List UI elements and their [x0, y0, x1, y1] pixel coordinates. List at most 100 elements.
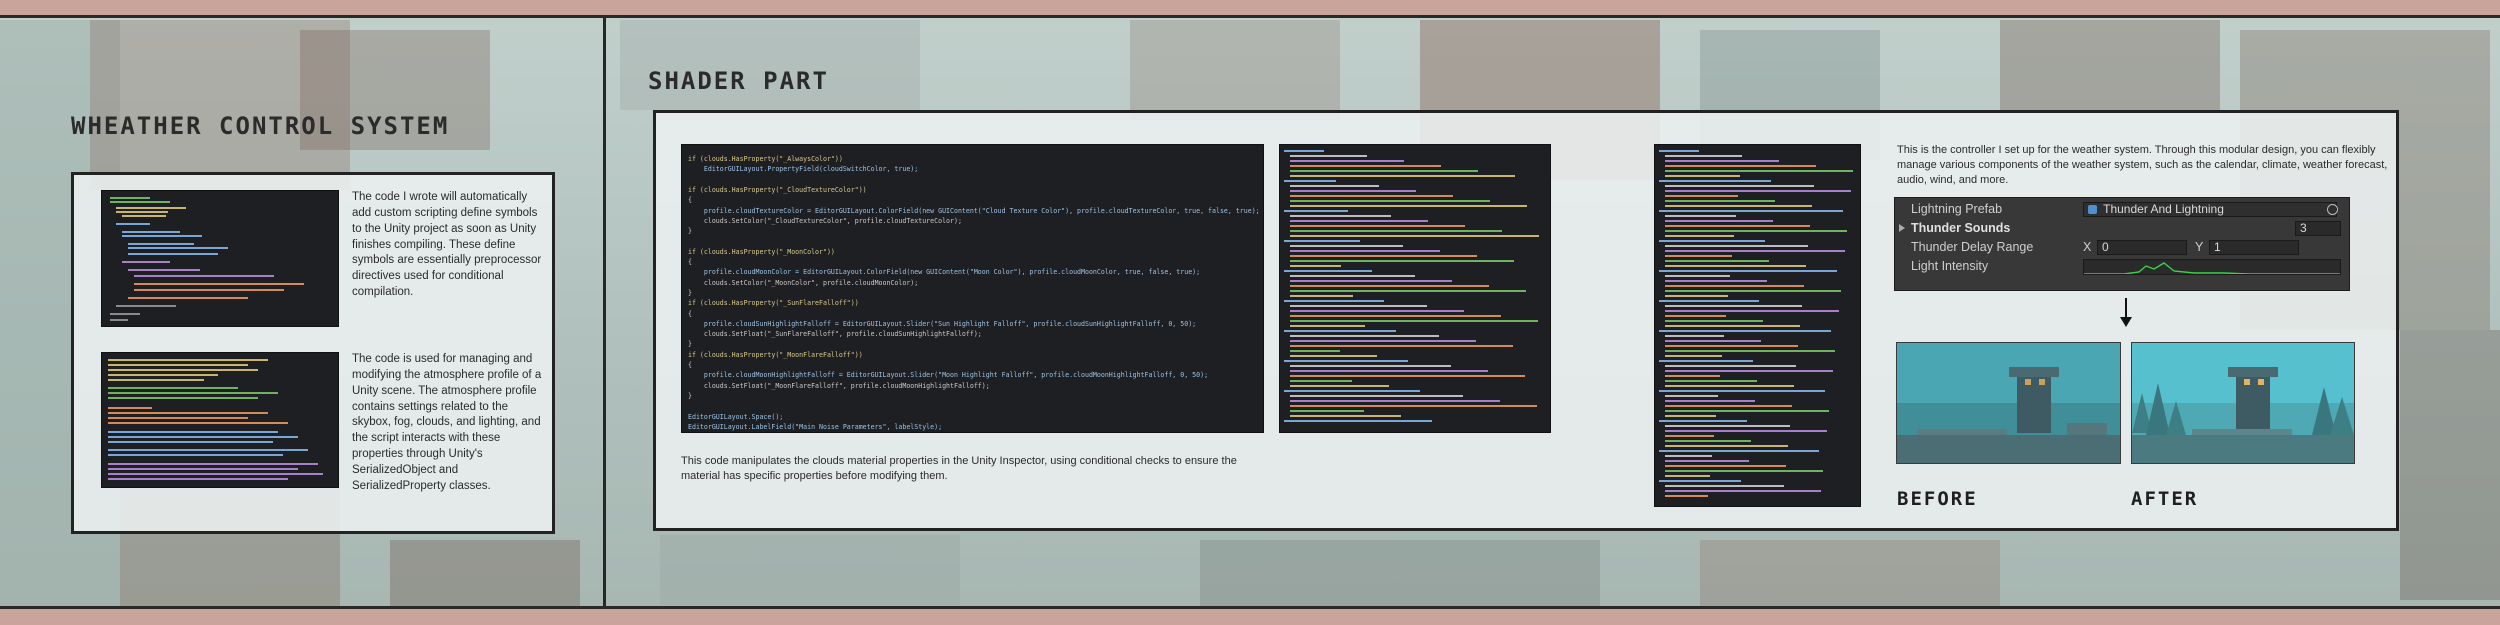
- code-line-mark: [1290, 340, 1476, 342]
- code-line-mark: [1290, 350, 1340, 352]
- thunder-sounds-row: Thunder Sounds 3: [1895, 219, 2351, 238]
- code-line-mark: [1284, 240, 1360, 242]
- x-value-field[interactable]: 0: [2097, 240, 2187, 255]
- code-line-mark: [1665, 215, 1736, 217]
- code-line-mark: [1290, 245, 1403, 247]
- code-line-mark: [1290, 215, 1391, 217]
- code-line: profile.cloudMoonHighlightFalloff = Edit…: [688, 371, 1209, 380]
- code-line: {: [688, 196, 692, 205]
- code-line-mark: [1284, 180, 1336, 182]
- define-symbols-description: The code I wrote will automatically add …: [352, 191, 542, 299]
- code-line-mark: [1665, 395, 1718, 397]
- code-line-mark: [1665, 170, 1853, 172]
- code-line-mark: [1659, 480, 1741, 482]
- code-line-mark: [1665, 470, 1823, 472]
- code-line-mark: [1665, 260, 1769, 262]
- code-line-mark: [1284, 420, 1432, 422]
- code-line-mark: [1665, 460, 1749, 462]
- thunder-sounds-label[interactable]: Thunder Sounds: [1911, 221, 2010, 235]
- code-line: if (clouds.HasProperty("_MoonColor")): [688, 247, 835, 256]
- code-line-mark: [1665, 410, 1829, 412]
- lightning-prefab-field[interactable]: Thunder And Lightning: [2083, 202, 2337, 217]
- y-value-field[interactable]: 1: [2209, 240, 2299, 255]
- code-line-mark: [1284, 360, 1408, 362]
- clouds-material-code-screenshot: if (clouds.HasProperty("_AlwaysColor")) …: [681, 144, 1264, 433]
- code-line-mark: [1659, 240, 1765, 242]
- light-intensity-label: Light Intensity: [1911, 259, 1989, 273]
- code-line-mark: [1665, 370, 1833, 372]
- code-line-mark: [1290, 190, 1416, 192]
- code-line: }: [688, 227, 692, 236]
- code-line-mark: [1290, 320, 1538, 322]
- code-line: EditorGUILayout.Space();: [688, 412, 784, 421]
- section-divider: [603, 18, 606, 606]
- code-line-mark: [1290, 325, 1365, 327]
- code-line-mark: [1290, 385, 1389, 387]
- code-line-mark: [1665, 415, 1716, 417]
- code-line-mark: [1665, 225, 1810, 227]
- code-line: if (clouds.HasProperty("_SunFlareFalloff…: [688, 299, 859, 308]
- code-lines-graphic: [1284, 150, 1539, 422]
- code-line: clouds.SetFloat("_MoonFlareFalloff", pro…: [688, 381, 990, 390]
- code-line-mark: [1290, 260, 1514, 262]
- code-line: if (clouds.HasProperty("_MoonFlareFallof…: [688, 350, 863, 359]
- before-scene-graphic: [1897, 343, 2120, 463]
- top-border-band: [0, 0, 2500, 18]
- light-intensity-row: Light Intensity: [1895, 257, 2351, 276]
- code-line-mark: [1665, 290, 1841, 292]
- code-line-mark: [1659, 360, 1753, 362]
- code-line: if (clouds.HasProperty("_AlwaysColor")): [688, 155, 843, 163]
- code-line-mark: [1290, 250, 1440, 252]
- code-line-mark: [1290, 205, 1527, 207]
- code-line-mark: [1290, 165, 1441, 167]
- prefab-icon: [2088, 205, 2097, 214]
- code-line: clouds.SetColor("_MoonColor", profile.cl…: [688, 278, 919, 287]
- code-line-mark: [1665, 315, 1726, 317]
- code-line-mark: [1665, 200, 1775, 202]
- foldout-arrow-icon[interactable]: [1899, 224, 1905, 232]
- code-lines-graphic: [1659, 150, 1853, 497]
- code-line-mark: [1290, 220, 1428, 222]
- atmosphere-profile-description: The code is used for managing and modify…: [352, 353, 542, 492]
- code-line-mark: [1665, 335, 1724, 337]
- weather-controller-inspector: Lightning Prefab Thunder And Lightning T…: [1894, 197, 2350, 291]
- code-line-mark: [1665, 285, 1804, 287]
- code-line-mark: [1665, 235, 1734, 237]
- weather-control-title: WHEATHER CONTROL SYSTEM: [71, 112, 450, 140]
- code-line-mark: [1665, 245, 1808, 247]
- code-line-mark: [1665, 255, 1732, 257]
- code-line-mark: [1659, 330, 1831, 332]
- code-line-mark: [1290, 185, 1379, 187]
- lightning-prefab-label: Lightning Prefab: [1911, 202, 2003, 216]
- thunder-sounds-count-field[interactable]: 3: [2295, 221, 2341, 236]
- code-line-mark: [1290, 170, 1478, 172]
- code-line: {: [688, 258, 692, 266]
- shader-part-title: SHADER PART: [648, 67, 829, 95]
- code-line-mark: [1665, 385, 1794, 387]
- code-line: {: [688, 361, 692, 369]
- code-line-mark: [1659, 210, 1843, 212]
- code-line: profile.cloudTextureColor = EditorGUILay…: [688, 206, 1260, 215]
- code-line-mark: [1665, 475, 1710, 477]
- object-picker-icon[interactable]: [2327, 204, 2338, 215]
- code-line: clouds.SetColor("_CloudTextureColor", pr…: [688, 216, 962, 225]
- code-line-mark: [1665, 320, 1763, 322]
- code-line-mark: [1659, 270, 1837, 272]
- bottom-border-band: [0, 606, 2500, 625]
- code-line-mark: [1290, 195, 1453, 197]
- code-line-mark: [1659, 150, 1699, 152]
- light-intensity-curve-field[interactable]: [2083, 259, 2341, 275]
- code-line: clouds.SetFloat("_SunFlareFalloff", prof…: [688, 330, 982, 339]
- code-lines-graphic: [110, 197, 304, 321]
- code-line-mark: [1290, 335, 1439, 337]
- code-line-mark: [1284, 210, 1348, 212]
- code-line-mark: [1665, 445, 1788, 447]
- clouds-material-description: This code manipulates the clouds materia…: [681, 455, 1237, 483]
- code-line-mark: [1659, 450, 1819, 452]
- code-line: EditorGUILayout.PropertyField(cloudSwitc…: [688, 165, 919, 174]
- code-line-mark: [1290, 255, 1477, 257]
- code-line-mark: [1290, 285, 1489, 287]
- code-line-mark: [1290, 380, 1352, 382]
- code-line-mark: [1290, 235, 1539, 237]
- code-line: profile.cloudSunHighlightFalloff = Edito…: [688, 319, 1197, 328]
